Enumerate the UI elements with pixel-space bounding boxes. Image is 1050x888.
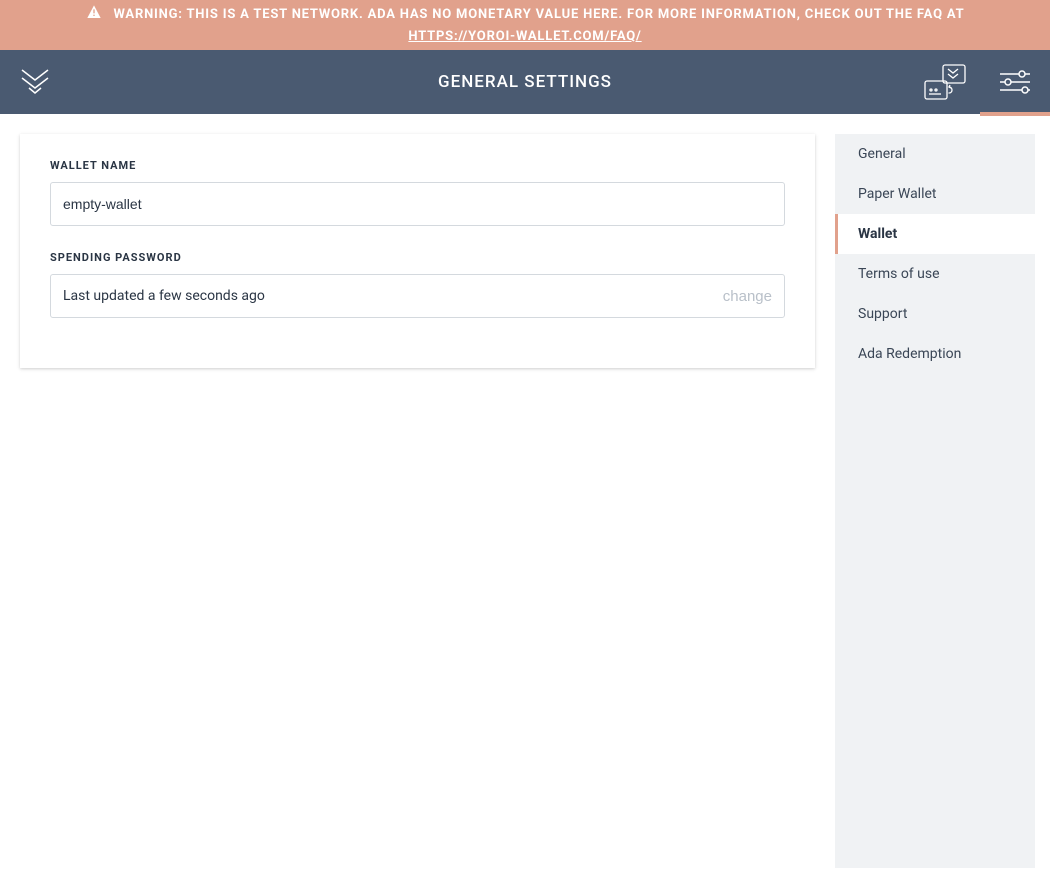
warning-banner-text: WARNING: THIS IS A TEST NETWORK. ADA HAS… bbox=[114, 5, 965, 25]
app-header: GENERAL SETTINGS bbox=[0, 50, 1050, 114]
sidebar-item-label: Wallet bbox=[858, 226, 897, 242]
spending-password-label: SPENDING PASSWORD bbox=[50, 251, 785, 264]
test-network-warning-banner: WARNING: THIS IS A TEST NETWORK. ADA HAS… bbox=[0, 0, 1050, 50]
sidebar-item-ada-redemption[interactable]: Ada Redemption bbox=[835, 334, 1035, 374]
sidebar-item-label: Terms of use bbox=[858, 266, 940, 282]
sidebar-item-label: Ada Redemption bbox=[858, 346, 961, 362]
warning-triangle-icon bbox=[86, 4, 102, 27]
sidebar-item-wallet[interactable]: Wallet bbox=[835, 214, 1035, 254]
wallet-settings-card: WALLET NAME SPENDING PASSWORD Last updat… bbox=[20, 134, 815, 368]
sidebar-item-support[interactable]: Support bbox=[835, 294, 1035, 334]
wallet-name-label: WALLET NAME bbox=[50, 159, 785, 172]
wallet-name-input[interactable] bbox=[50, 182, 785, 226]
settings-sidebar: General Paper Wallet Wallet Terms of use… bbox=[835, 134, 1035, 868]
change-password-button[interactable]: change bbox=[723, 288, 772, 305]
page-title: GENERAL SETTINGS bbox=[0, 72, 1050, 92]
warning-banner-faq-link[interactable]: HTTPS://YOROI-WALLET.COM/FAQ/ bbox=[408, 27, 641, 47]
settings-sliders-icon[interactable] bbox=[980, 50, 1050, 114]
sidebar-item-terms-of-use[interactable]: Terms of use bbox=[835, 254, 1035, 294]
sidebar-item-label: Paper Wallet bbox=[858, 186, 937, 202]
spending-password-row: Last updated a few seconds ago change bbox=[50, 274, 785, 318]
sidebar-item-general[interactable]: General bbox=[835, 134, 1035, 174]
with-ledger-nano-icon[interactable] bbox=[910, 50, 980, 114]
sidebar-item-label: General bbox=[858, 146, 906, 162]
sidebar-item-paper-wallet[interactable]: Paper Wallet bbox=[835, 174, 1035, 214]
sidebar-item-label: Support bbox=[858, 306, 907, 322]
spending-password-status: Last updated a few seconds ago bbox=[63, 288, 265, 304]
yoroi-logo-button[interactable] bbox=[0, 50, 70, 114]
